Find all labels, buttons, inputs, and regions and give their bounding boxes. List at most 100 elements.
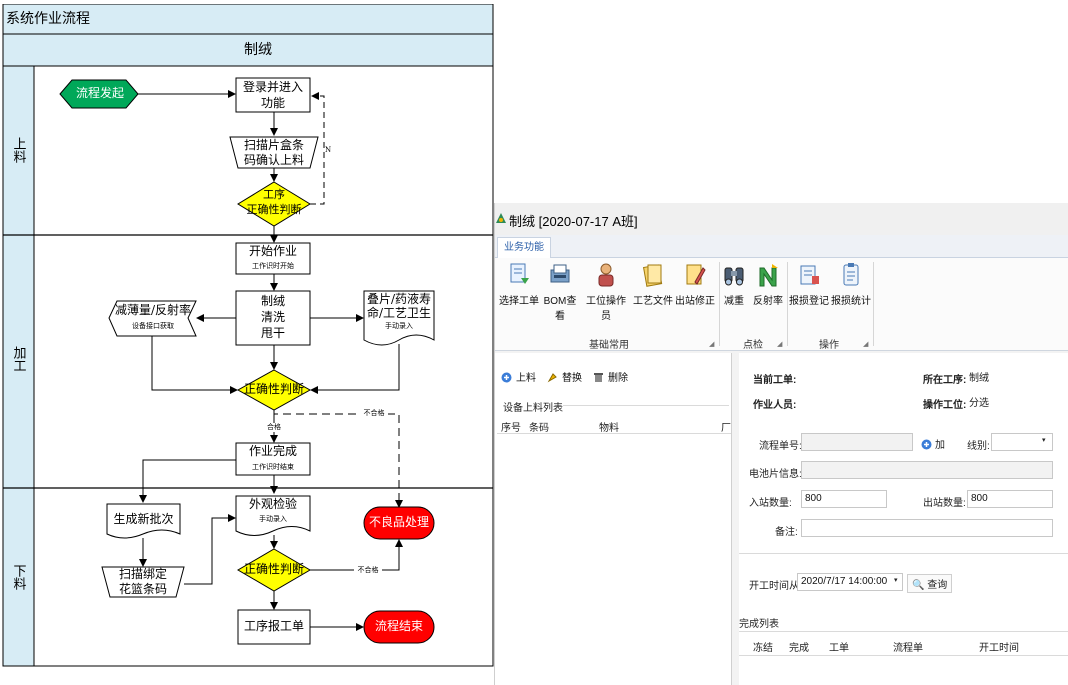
col-frozen[interactable]: 冻结: [753, 639, 773, 654]
delete-button[interactable]: 删除: [593, 369, 628, 384]
stack-node-line2: 命/工艺卫生: [366, 306, 432, 320]
station-value: 分选: [969, 398, 989, 409]
loss-register-icon: [797, 262, 821, 288]
check2-pass-label: 合格: [264, 423, 284, 432]
start-time-input[interactable]: 2020/7/17 14:00:00: [797, 573, 903, 591]
col-material[interactable]: 物料: [599, 419, 619, 434]
query-button[interactable]: 🔍 查询: [907, 574, 953, 593]
col-flow[interactable]: 流程单: [893, 639, 923, 654]
col-barcode[interactable]: 条码: [529, 419, 549, 434]
operator-info-label: 作业人员:: [753, 400, 797, 411]
exit-fix-icon: [683, 262, 707, 288]
out-qty-label: 出站数量:: [923, 498, 966, 509]
check1-line1: 工序: [263, 188, 285, 201]
add-icon: [921, 439, 932, 450]
reflectance-icon: [756, 262, 780, 288]
current-order-label: 当前工单:: [753, 375, 797, 386]
replace-icon: [547, 373, 557, 383]
bom-view-label: BOM查看: [543, 296, 577, 322]
begin-node: 开始作业: [248, 244, 297, 258]
thin-node-sub: 设备接口获取: [132, 322, 174, 330]
group-launcher-inspection[interactable]: ◢: [777, 340, 782, 348]
stack-node-sub: 手动录入: [385, 322, 413, 330]
group-label-inspection: 点检: [743, 340, 763, 351]
reflectance-button[interactable]: 反射率: [751, 262, 785, 307]
done-list-header-divider: [739, 655, 1068, 656]
check2-fail-label: 不合格: [360, 409, 388, 418]
loss-stats-icon: [839, 262, 863, 288]
thin-node: 减薄量/反射率: [114, 303, 192, 317]
start-time-dropdown[interactable]: ▾: [894, 576, 898, 584]
ribbon-separator-3: [873, 262, 874, 346]
load-button[interactable]: 上料: [501, 369, 536, 384]
check1-no-label: N: [324, 146, 332, 154]
scan-node-line1: 扫描片盒条: [243, 138, 304, 152]
ribbon: 选择工单 BOM查看 工位操作员 工艺文件 出站修正 减重 反射率 报损登记 报…: [495, 258, 1068, 351]
flowchart: 系统作业流程 制绒 上料 加工 下料 流程发起 登录并进入 功能 扫描片盒条 码…: [2, 4, 494, 668]
done-list-divider: [739, 631, 1068, 632]
line-label: 线别:: [967, 441, 990, 452]
inspect-node: 外观检验: [248, 497, 297, 511]
process-value: 制绒: [969, 373, 989, 384]
loss-register-label: 报损登记: [789, 296, 829, 307]
reflectance-label: 反射率: [753, 296, 783, 307]
report-node: 工序报工单: [243, 619, 304, 633]
check2-node: 正确性判断: [243, 382, 304, 396]
weight-reduce-button[interactable]: 减重: [721, 262, 747, 307]
group-launcher-operation[interactable]: ◢: [863, 340, 868, 348]
in-qty-input[interactable]: 800: [801, 490, 887, 508]
out-qty-input[interactable]: 800: [967, 490, 1053, 508]
column-header: 制绒: [244, 42, 272, 58]
group-launcher-basic[interactable]: ◢: [709, 340, 714, 348]
process-file-icon: [641, 262, 665, 288]
replace-button[interactable]: 替换: [547, 369, 582, 384]
cell-info-input[interactable]: [801, 461, 1053, 479]
login-node-line1: 登录并进入: [242, 80, 303, 94]
bom-view-button[interactable]: BOM查看: [541, 262, 579, 322]
list-header-divider: [497, 433, 731, 434]
group-label-operation: 操作: [819, 340, 839, 351]
process-node-line3: 甩干: [260, 326, 285, 340]
right-panel: 当前工单: 所在工序: 制绒 作业人员: 操作工位: 分选 流程单号: 加 线别…: [739, 353, 1068, 685]
loss-stats-label: 报损统计: [831, 296, 871, 307]
in-qty-label: 入站数量:: [749, 498, 792, 509]
replace-button-label: 替换: [562, 373, 582, 384]
ribbon-separator: [719, 262, 720, 346]
flow-no-input[interactable]: [801, 433, 913, 451]
chevron-down-icon[interactable]: ▾: [1042, 436, 1046, 444]
loss-stats-button[interactable]: 报损统计: [831, 262, 871, 307]
select-order-button[interactable]: 选择工单: [499, 262, 539, 307]
begin-node-sub: 工作识时开始: [252, 262, 294, 270]
col-seq[interactable]: 序号: [501, 419, 521, 434]
binoculars-icon: [722, 262, 746, 288]
done-node: 作业完成: [248, 444, 297, 458]
process-node-line2: 清洗: [260, 310, 285, 324]
login-node-line2: 功能: [260, 96, 285, 110]
loss-register-button[interactable]: 报损登记: [789, 262, 829, 307]
operator-button[interactable]: 工位操作员: [583, 262, 629, 322]
remark-input[interactable]: [801, 519, 1053, 537]
weight-reduce-label: 减重: [724, 296, 744, 307]
end-node: 流程结束: [374, 619, 423, 633]
station-label: 操作工位:: [923, 400, 967, 411]
left-panel: 上料 替换 删除 设备上料列表 序号 条码 物料 厂: [495, 353, 732, 685]
process-file-button[interactable]: 工艺文件: [633, 262, 673, 307]
col-start-time[interactable]: 开工时间: [979, 639, 1019, 654]
col-factory[interactable]: 厂: [721, 419, 731, 434]
window-title: 制绒 [2020-07-17 A班]: [509, 214, 638, 229]
bind-node-line2: 花篮条码: [118, 582, 167, 596]
cell-info-label: 电池片信息:: [749, 469, 802, 480]
group-label-basic: 基础常用: [589, 340, 629, 351]
check3-node: 正确性判断: [243, 562, 304, 576]
flowchart-title: 系统作业流程: [6, 11, 90, 27]
select-order-icon: [507, 262, 531, 288]
col-completed[interactable]: 完成: [789, 639, 809, 654]
add-circle-icon: [501, 372, 512, 383]
exit-fix-button[interactable]: 出站修正: [675, 262, 715, 307]
tab-business-functions[interactable]: 业务功能: [497, 237, 551, 258]
operator-icon: [594, 262, 618, 288]
col-order[interactable]: 工单: [829, 639, 849, 654]
inspect-node-sub: 手动录入: [259, 515, 287, 523]
done-node-sub: 工作识时结束: [252, 463, 294, 471]
add-flow-button[interactable]: 加: [921, 436, 945, 451]
